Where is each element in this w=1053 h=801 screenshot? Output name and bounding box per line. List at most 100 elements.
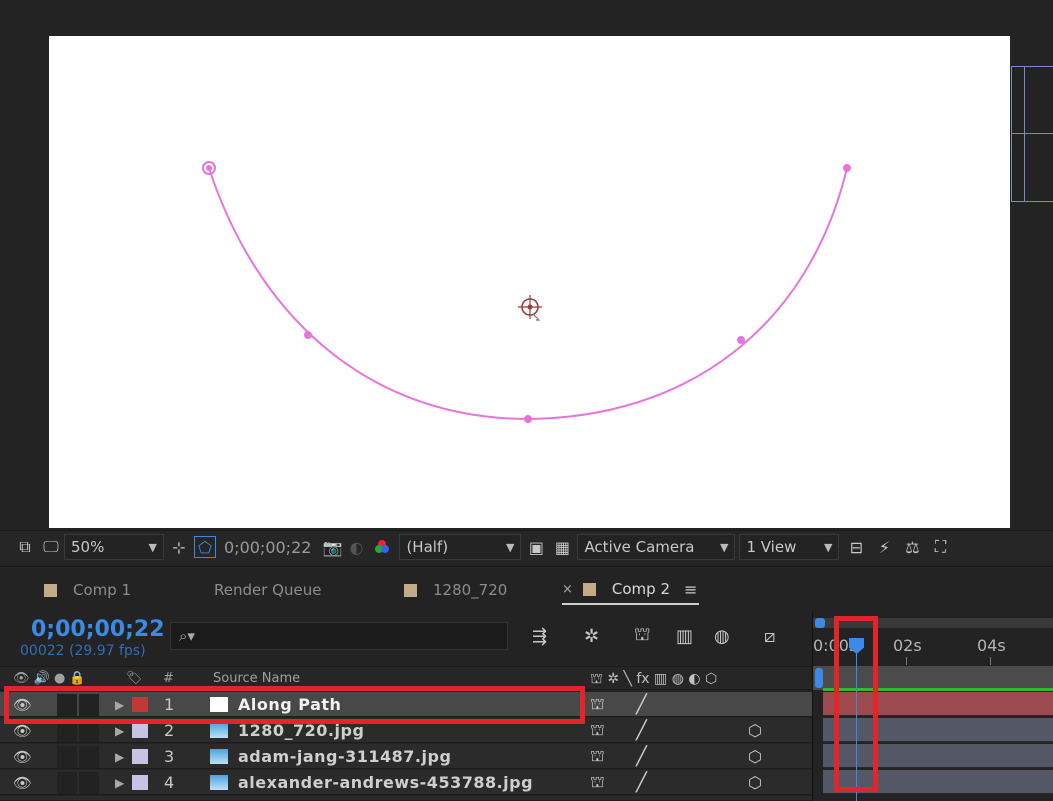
tab-render-queue[interactable]: Render Queue [214, 575, 321, 605]
layer-row[interactable]: 👁 ▶ 1 Along Path ⛫ ╱ [0, 692, 812, 717]
shy-switch-icon[interactable]: ⛫ [590, 692, 605, 717]
shy-switch-icon[interactable]: ⛫ [590, 718, 605, 743]
audio-toggle[interactable] [57, 694, 77, 716]
comp-mini-flowchart-icon[interactable]: ⇶ [532, 622, 547, 650]
layer-duration-bar[interactable] [823, 692, 1053, 716]
show-snapshot-icon[interactable]: ◐ [345, 536, 367, 558]
comp-swatch-icon [44, 583, 57, 597]
tab-comp-1[interactable]: Comp 1 [44, 575, 131, 605]
expand-triangle-icon[interactable]: ▶ [115, 718, 124, 743]
layer-search-input[interactable]: ⌕▾ [170, 622, 508, 650]
flowchart-icon[interactable]: ⛶ [929, 536, 951, 558]
audio-toggle[interactable] [57, 772, 77, 794]
expand-triangle-icon[interactable]: ▶ [115, 692, 124, 717]
view-layout-dropdown[interactable]: 1 View ▼ [739, 534, 840, 560]
rgb-channels-icon[interactable] [371, 536, 393, 558]
label-color-swatch[interactable] [132, 775, 148, 790]
current-time-display[interactable]: 0;00;00;22 [31, 617, 165, 642]
viewer-timecode[interactable]: 0;00;00;22 [224, 538, 311, 557]
navigator-start-handle[interactable] [815, 618, 825, 628]
visibility-eye-icon[interactable]: 👁 [13, 770, 32, 795]
3d-layer-icon[interactable]: ⬡ [748, 770, 762, 795]
label-color-swatch[interactable] [132, 697, 148, 712]
resolution-dropdown[interactable]: (Half) ▼ [399, 534, 522, 560]
work-area-bar[interactable] [813, 666, 1053, 690]
quality-switch-icon[interactable]: ╱ [636, 692, 647, 717]
path-keyframe[interactable] [524, 415, 532, 423]
composition-canvas[interactable] [49, 36, 1010, 528]
fast-previews-icon[interactable]: ⚡ [873, 536, 895, 558]
lock-toggle[interactable] [79, 720, 99, 742]
audio-toggle[interactable] [57, 746, 77, 768]
label-column-icon[interactable]: 🏷 [126, 671, 143, 686]
expand-triangle-icon[interactable]: ▶ [115, 770, 124, 795]
path-end-keyframe[interactable] [843, 164, 851, 172]
visibility-eye-icon[interactable]: 👁 [13, 692, 32, 717]
layer-row[interactable]: 👁 ▶ 3 adam-jang-311487.jpg ⛫ ╱ ⬡ [0, 744, 812, 769]
3d-layer-icon[interactable]: ⬡ [748, 718, 762, 743]
always-preview-icon[interactable]: ⧉ [14, 536, 36, 558]
lock-toggle[interactable] [79, 772, 99, 794]
av-features-icons[interactable]: 👁 🔊 ● 🔒 [13, 671, 86, 686]
composition-viewer[interactable] [0, 0, 1053, 530]
region-of-interest-icon[interactable]: ▣ [525, 536, 547, 558]
visibility-eye-icon[interactable]: 👁 [13, 718, 32, 743]
timeline-graph-area[interactable]: 0:00s 02s 04s [812, 612, 1053, 801]
tab-label: Comp 1 [73, 581, 132, 599]
lock-toggle[interactable] [79, 694, 99, 716]
motion-blur-icon[interactable]: ◍ [714, 622, 730, 650]
anchor-point-icon[interactable] [518, 295, 542, 321]
hide-shy-layers-icon[interactable]: ⛫ [634, 622, 651, 650]
visibility-eye-icon[interactable]: 👁 [13, 744, 32, 769]
timeline-icon[interactable]: ⚖ [901, 536, 923, 558]
toggle-pixel-aspect-icon[interactable]: ⊟ [845, 536, 867, 558]
after-effects-window: ⧉ 🖵 50% ▼ ⊹ ⬠ 0;00;00;22 📷 ◐ (Half) ▼ ▣ ▦ … [0, 0, 1053, 801]
switches-column-icons[interactable]: ⛫ ✲ ╲ fx ▥ ◍ ◐ ⬡ [590, 671, 717, 689]
layer-duration-bar[interactable] [823, 744, 1053, 768]
quality-switch-icon[interactable]: ╱ [636, 744, 647, 769]
lock-toggle[interactable] [79, 746, 99, 768]
layer-name[interactable]: Along Path [238, 692, 558, 717]
comp-swatch-icon [404, 583, 417, 597]
safe-margins-icon[interactable]: ⊹ [168, 536, 190, 558]
snapshot-camera-icon[interactable]: 📷 [321, 536, 343, 558]
path-keyframe[interactable] [304, 331, 312, 339]
frame-blending-icon[interactable]: ▥ [676, 622, 693, 650]
magnification-dropdown[interactable]: 50% ▼ [64, 534, 164, 560]
current-time-indicator-line[interactable] [856, 646, 857, 801]
layer-row[interactable]: 👁 ▶ 4 alexander-andrews-453788.jpg ⛫ ╱ ⬡ [0, 770, 812, 795]
search-icon: ⌕▾ [179, 627, 195, 645]
shy-switch-icon[interactable]: ⛫ [590, 744, 605, 769]
layer-duration-bar[interactable] [823, 718, 1053, 742]
mask-visibility-icon[interactable]: ⬠ [194, 536, 216, 558]
time-ruler[interactable]: 0:00s 02s 04s [813, 632, 1053, 666]
expand-triangle-icon[interactable]: ▶ [115, 744, 124, 769]
label-color-swatch[interactable] [132, 723, 148, 738]
layer-name[interactable]: 1280_720.jpg [238, 718, 558, 743]
layer-duration-bar[interactable] [823, 770, 1053, 794]
graph-editor-icon[interactable]: ⧄ [764, 622, 775, 650]
layer-name[interactable]: alexander-andrews-453788.jpg [238, 770, 558, 795]
quality-switch-icon[interactable]: ╱ [636, 770, 647, 795]
time-navigator-bar[interactable] [813, 618, 1053, 628]
audio-toggle[interactable] [57, 720, 77, 742]
transparency-grid-icon[interactable]: ▦ [551, 536, 573, 558]
work-area-start-handle[interactable] [815, 668, 823, 688]
layer-row[interactable]: 👁 ▶ 2 1280_720.jpg ⛫ ╱ ⬡ [0, 718, 812, 743]
label-color-swatch[interactable] [132, 749, 148, 764]
tab-comp-2[interactable]: × Comp 2 ≡ [562, 575, 700, 605]
layer-number: 1 [164, 695, 175, 714]
layer-number-column[interactable]: # [163, 671, 174, 686]
3d-layer-icon[interactable]: ⬡ [748, 744, 762, 769]
tab-1280-720[interactable]: 1280_720 [404, 575, 507, 605]
monitor-icon[interactable]: 🖵 [40, 536, 62, 558]
panel-menu-icon[interactable]: ≡ [684, 580, 697, 599]
layer-name[interactable]: adam-jang-311487.jpg [238, 744, 558, 769]
close-icon[interactable]: × [562, 582, 573, 597]
draft-3d-icon[interactable]: ✲ [584, 622, 599, 650]
quality-switch-icon[interactable]: ╱ [636, 718, 647, 743]
camera-dropdown[interactable]: Active Camera ▼ [577, 534, 736, 560]
shy-switch-icon[interactable]: ⛫ [590, 770, 605, 795]
path-keyframe[interactable] [737, 336, 745, 344]
source-name-column[interactable]: Source Name [213, 671, 300, 686]
